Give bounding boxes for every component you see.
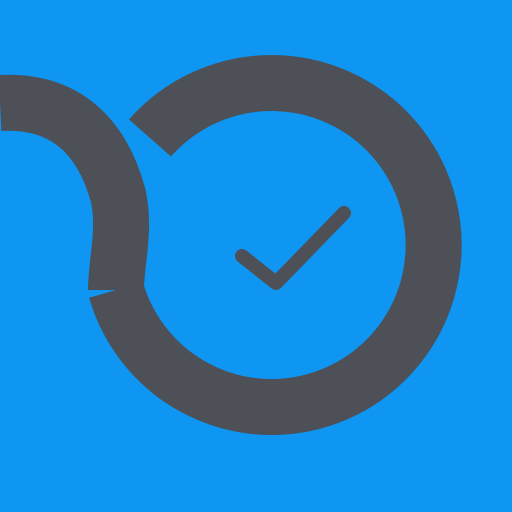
app-icon — [0, 0, 512, 512]
app-logo — [0, 0, 512, 512]
